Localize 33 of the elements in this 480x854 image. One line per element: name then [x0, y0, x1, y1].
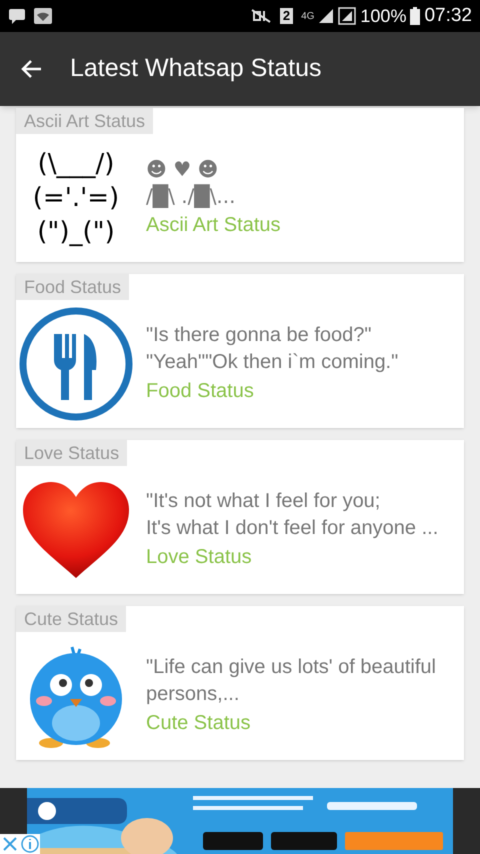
sim-indicator: 2 — [280, 8, 294, 24]
signal-icon — [338, 7, 356, 25]
clock: 07:32 — [424, 4, 472, 28]
status-preview-text: "Yeah""Ok then i`m coming." — [146, 350, 398, 375]
app-title: Latest Whatsap Status — [70, 53, 322, 84]
info-icon[interactable] — [20, 834, 40, 854]
status-preview-text: It's what I don't feel for anyone ... — [146, 516, 438, 541]
mute-icon — [250, 8, 272, 24]
fork-knife-icon — [18, 306, 134, 422]
status-preview-text: ☻ ♥ ☻ — [146, 156, 220, 183]
heart-icon — [21, 480, 131, 580]
status-card[interactable]: Ascii Art Status (\___/) (='.'=) (")_(") ☻ ♥ ☻ /█\ ./█\... Ascii Art Status — [16, 108, 464, 262]
back-arrow-icon[interactable] — [20, 59, 42, 79]
status-card[interactable]: Cute Status "Life can give us lots' of beautiful persons,... Cute Status — [16, 606, 464, 760]
wifi-icon — [34, 8, 52, 24]
status-preview-text: /█\ ./█\... — [146, 183, 237, 210]
signal-icon — [318, 8, 334, 24]
ascii-art-line: (")_(") — [37, 216, 115, 249]
category-label: Love Status — [16, 440, 128, 466]
category-label: Cute Status — [16, 606, 126, 632]
status-preview-text: "Life can give us lots' of beautiful persons,... — [146, 655, 437, 707]
category-label: Food Status — [16, 274, 130, 300]
category-label: Ascii Art Status — [16, 108, 154, 134]
ascii-art-line: (='.'=) — [32, 182, 120, 215]
chat-icon — [8, 8, 26, 24]
ascii-art-line: (\___/) — [38, 148, 114, 181]
status-card[interactable]: Love Status "It's not what I feel for you; It's what I don't feel for anyone ... Love Status — [16, 440, 464, 594]
status-preview-text: "Is there gonna be food?" — [146, 323, 372, 348]
status-preview-text: "It's not what I feel for you; — [146, 489, 382, 514]
status-card[interactable]: Food Status "Is there gonna be food?" "Yeah""Ok then i`m coming." Food Status — [16, 274, 464, 428]
network-type: 4G — [301, 10, 314, 24]
battery-icon — [410, 7, 420, 25]
battery-percent: 100% — [360, 4, 406, 28]
